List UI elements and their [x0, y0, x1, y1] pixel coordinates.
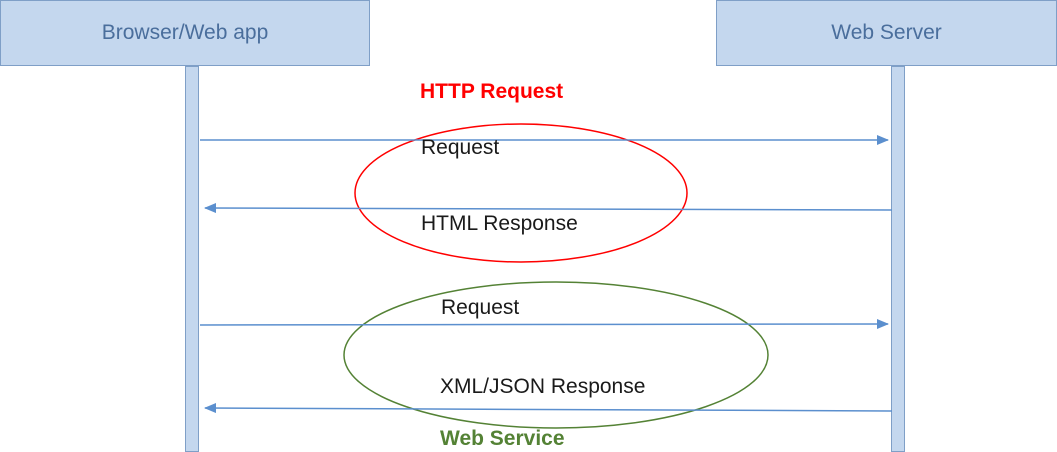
xml-json-response-label: XML/JSON Response	[440, 375, 646, 398]
ws-request-arrow	[199, 319, 889, 330]
http-request-title: HTTP Request	[420, 80, 564, 103]
http-request-ellipse	[354, 123, 688, 263]
http-request-label: Request	[421, 136, 500, 159]
ws-request-label: Request	[441, 296, 520, 319]
web-service-ellipse	[343, 281, 769, 429]
html-response-arrow	[204, 203, 893, 214]
html-response-label: HTML Response	[421, 212, 578, 235]
web-service-title: Web Service	[440, 427, 565, 450]
xml-json-response-arrow	[204, 403, 893, 414]
